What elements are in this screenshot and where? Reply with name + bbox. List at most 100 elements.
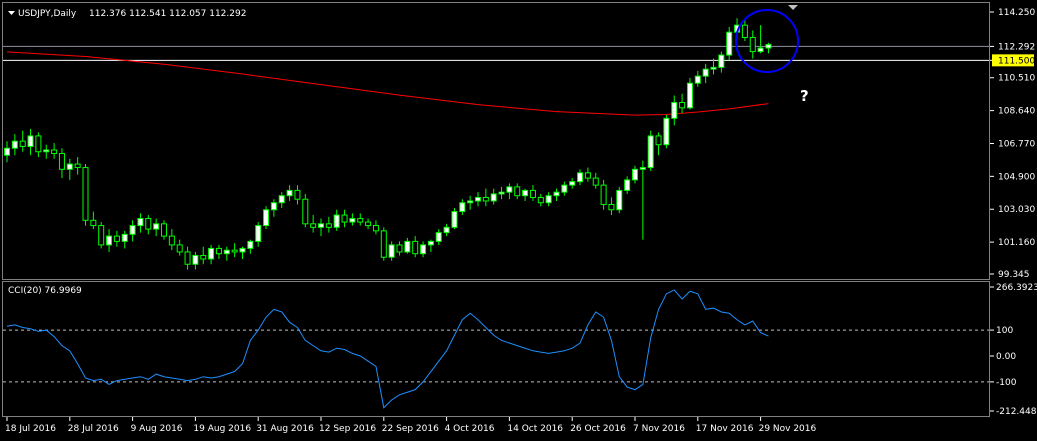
time-axis-label: 18 Jul 2016	[5, 424, 56, 434]
candle-body-bull	[349, 218, 356, 223]
candle	[106, 229, 113, 252]
menu-triangle-icon[interactable]	[8, 11, 15, 15]
candle-body-bull	[718, 54, 725, 68]
chart-shift-marker[interactable]	[788, 5, 798, 10]
candle-body-bull	[427, 240, 434, 246]
candle	[537, 193, 544, 207]
candle	[223, 246, 230, 261]
candle-body-bull	[192, 254, 199, 265]
candle	[380, 227, 387, 261]
main-pane-frame	[2, 2, 990, 280]
time-axis-label: 29 Nov 2016	[759, 424, 817, 434]
candle	[365, 218, 372, 230]
candle	[710, 58, 717, 75]
candle	[349, 213, 356, 226]
price-axis-label: 106.770	[998, 139, 1035, 149]
candle	[192, 251, 199, 270]
candle	[66, 158, 73, 180]
candle	[263, 206, 270, 230]
cci-axis-label: -100	[996, 378, 1017, 388]
candle-body-bear	[396, 244, 403, 253]
candle	[694, 70, 701, 87]
moving-average-line	[6, 51, 769, 116]
candle-body-bear	[74, 163, 81, 169]
candle	[161, 220, 167, 240]
candle-body-bear	[294, 189, 301, 200]
candle-body-bear	[82, 167, 89, 221]
candle-body-bear	[51, 149, 58, 155]
candle-body-bull	[239, 247, 246, 253]
candle	[427, 239, 434, 252]
candle-body-bear	[600, 184, 607, 205]
candle-body-bear	[365, 221, 372, 227]
candle-body-bull	[702, 68, 709, 77]
candle-body-bear	[168, 235, 175, 246]
candle-body-bear	[113, 235, 120, 242]
candle	[318, 218, 324, 237]
time-axis-label: 19 Aug 2016	[193, 424, 251, 434]
candle-body-bear	[231, 249, 238, 253]
candle	[4, 141, 10, 163]
candle-body-bull	[694, 75, 701, 84]
candle	[412, 236, 419, 258]
time-axis-label: 17 Nov 2016	[696, 424, 754, 434]
candle	[647, 130, 654, 172]
price-axis-label: 101.160	[998, 238, 1035, 248]
candle	[396, 241, 403, 256]
candle-body-bull	[498, 191, 505, 195]
candle-body-bear	[592, 177, 599, 186]
candle-body-bear	[184, 251, 191, 265]
candle-body-bull	[27, 135, 34, 147]
candle-body-bear	[200, 254, 207, 260]
candle	[561, 181, 568, 196]
candle-body-bull	[475, 196, 481, 202]
candle-body-bull	[153, 223, 160, 230]
candle-body-bear	[90, 219, 97, 227]
candle-body-bull	[663, 117, 670, 146]
price-axis-label: 103.030	[998, 205, 1035, 215]
candle-body-bear	[537, 196, 544, 204]
candle-body-bull	[671, 102, 678, 119]
candle-body-bull	[404, 240, 411, 253]
candle	[404, 237, 411, 254]
candle	[153, 218, 160, 237]
candle	[90, 211, 97, 230]
cci-pane-frame	[2, 281, 990, 417]
candle-body-bear	[325, 223, 332, 228]
candle	[341, 209, 348, 228]
axis-layer: 114.250 112.292 111.500 110.510 108.640 106.7…	[5, 8, 1037, 434]
candle	[482, 188, 489, 207]
candle-body-bull	[451, 211, 458, 228]
candle-body-bull	[624, 179, 631, 191]
candle	[639, 160, 646, 240]
candle	[616, 186, 623, 214]
candle-body-bull	[639, 167, 646, 170]
candle	[529, 185, 536, 201]
candle-body-bull	[388, 244, 395, 258]
candle	[475, 192, 481, 207]
candle-body-bull	[318, 223, 324, 228]
candle	[749, 30, 756, 59]
candle	[679, 93, 686, 114]
candle	[310, 215, 317, 233]
candle	[113, 230, 120, 247]
candle	[467, 195, 474, 210]
candle-body-bull	[561, 184, 568, 193]
candle-body-bear	[98, 225, 105, 246]
candle	[184, 246, 191, 270]
candle-body-bull	[467, 200, 474, 204]
cci-axis-label: 0.00	[996, 352, 1016, 362]
candle-body-bull	[263, 209, 270, 227]
candle-body-bear	[215, 247, 222, 255]
candle	[247, 239, 254, 254]
time-axis-label: 26 Oct 2016	[570, 424, 626, 434]
candle-body-bull	[129, 225, 136, 235]
candle-body-bull	[506, 186, 513, 193]
candle	[420, 241, 427, 258]
candle	[255, 222, 262, 247]
candle-body-bull	[208, 247, 215, 260]
cci-layer	[3, 289, 989, 409]
candle-body-bull	[137, 218, 144, 227]
candle	[514, 183, 521, 200]
candle	[765, 42, 772, 54]
